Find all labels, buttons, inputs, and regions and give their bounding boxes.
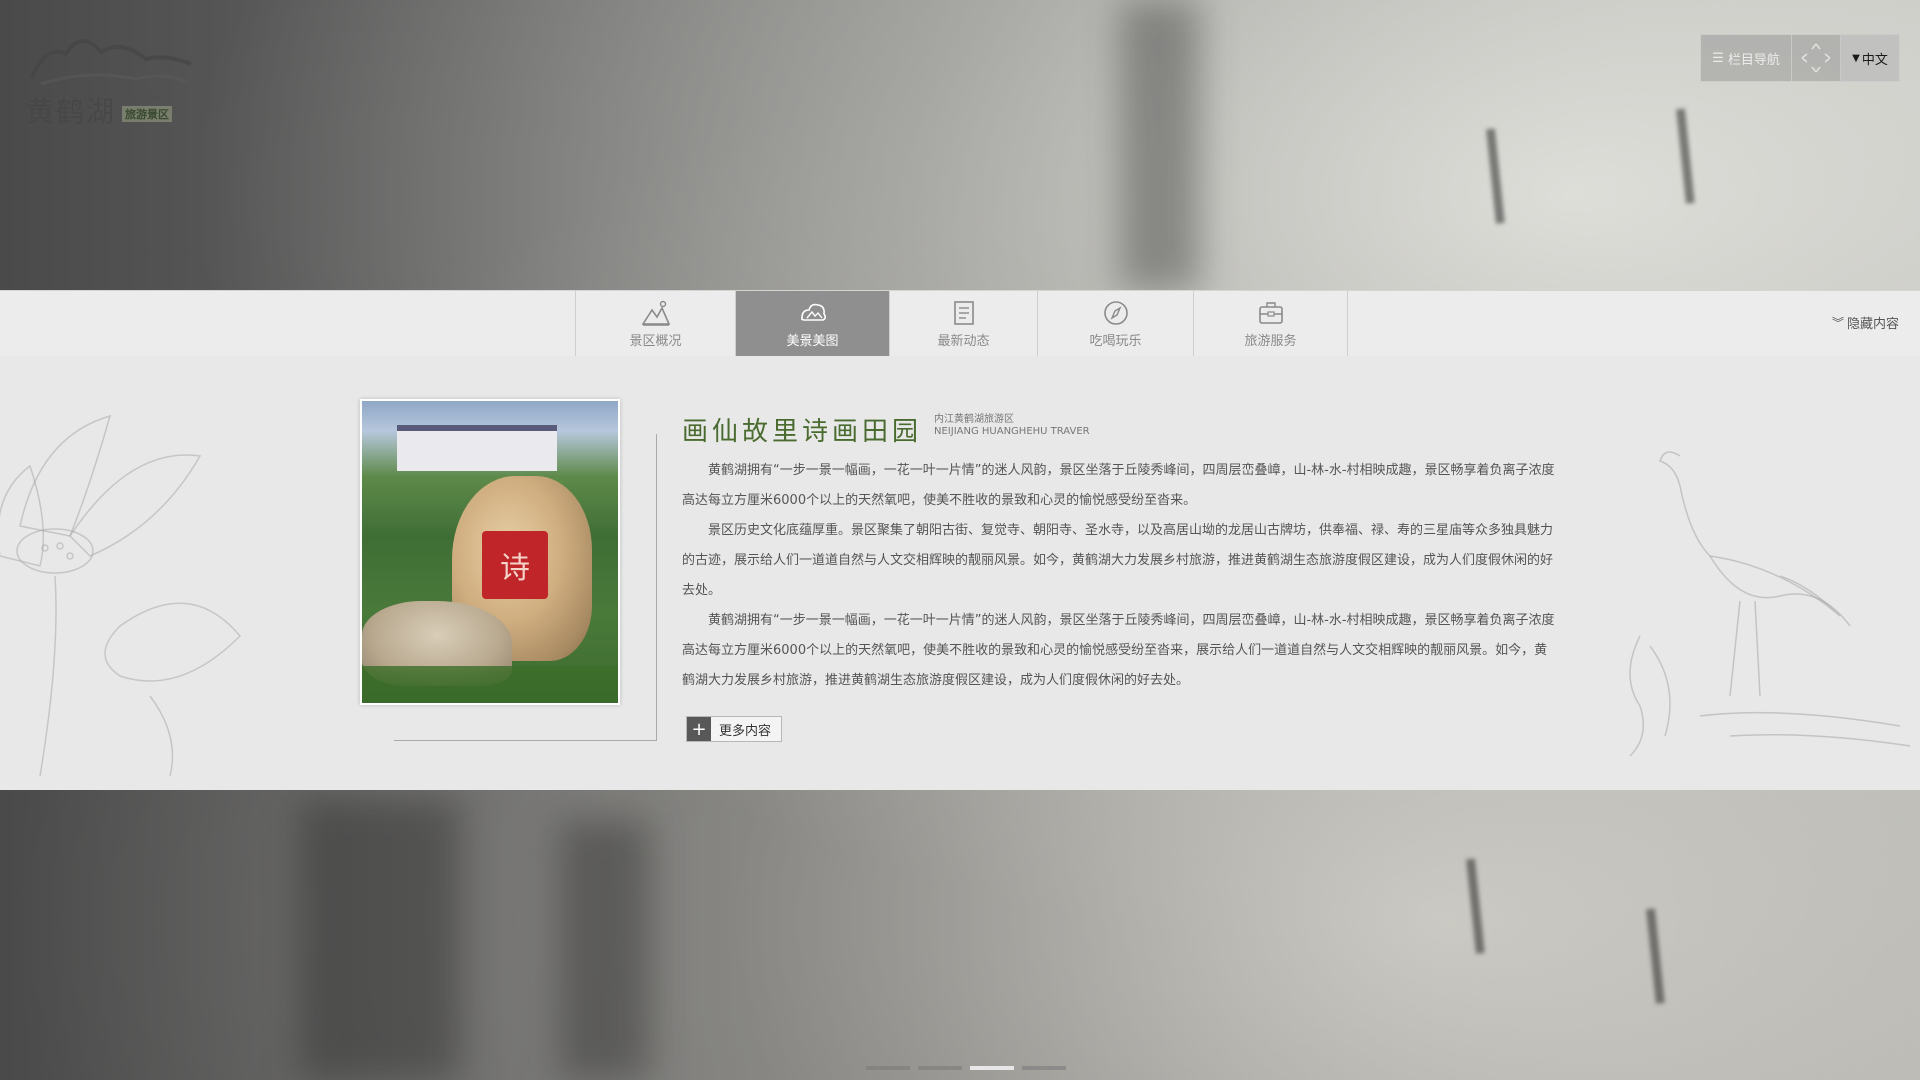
subtitle-cn: 内江黄鹤湖旅游区 xyxy=(934,414,1014,425)
calligraphy-stroke: 〡 xyxy=(1624,90,1748,230)
scenic-photo: 诗 xyxy=(360,399,620,705)
more-content-button[interactable]: + 更多内容 xyxy=(686,716,783,742)
logo-subtitle: 旅游景区 xyxy=(122,106,172,122)
fullscreen-toggle[interactable] xyxy=(1792,35,1841,81)
crane-decoration-icon xyxy=(1629,451,1911,757)
logo-name: 黄鹤湖 xyxy=(26,95,117,128)
article-body: 黄鹤湖拥有“一步一景一幅画，一花一叶一片情”的迷人风韵，景区坐落于丘陵秀峰间，四… xyxy=(682,456,1556,696)
double-chevron-down-icon: ︾ xyxy=(1832,316,1845,330)
photo-building xyxy=(397,425,557,471)
language-select[interactable]: ▼ 中文 xyxy=(1841,35,1899,81)
hero-blur-shape xyxy=(560,820,650,1080)
tab-scenery[interactable]: 美景美图 xyxy=(736,291,890,356)
tab-label: 吃喝玩乐 xyxy=(1089,334,1142,349)
scenery-icon xyxy=(800,303,826,321)
mountain-icon xyxy=(641,300,670,326)
content-panel: 诗 画仙故里诗画田园 内江黄鹤湖旅游区 NEIJIANG HUANGHEHU T… xyxy=(0,356,1920,790)
news-icon xyxy=(953,301,974,325)
calligraphy-stroke: 〡 xyxy=(1414,840,1538,980)
subtitle-en: NEIJIANG HUANGHEHU TRAVER xyxy=(934,426,1090,437)
tab-entertainment[interactable]: 吃喝玩乐 xyxy=(1038,291,1194,356)
photo-grass xyxy=(362,666,618,703)
slider-indicator xyxy=(866,1066,1066,1070)
article-subtitle: 内江黄鹤湖旅游区 NEIJIANG HUANGHEHU TRAVER xyxy=(934,414,1090,438)
calligraphy-stroke: 〡 xyxy=(1594,890,1718,1030)
tab-label: 最新动态 xyxy=(937,334,990,349)
language-label: 中文 xyxy=(1861,52,1888,68)
more-content-label: 更多内容 xyxy=(719,723,772,739)
tab-label: 旅游服务 xyxy=(1244,334,1297,349)
photo-content: 诗 xyxy=(362,401,618,703)
slider-dot[interactable] xyxy=(1022,1066,1066,1070)
red-seal-stamp: 诗 xyxy=(482,531,548,599)
tab-services[interactable]: 旅游服务 xyxy=(1194,291,1348,356)
briefcase-icon xyxy=(1258,302,1283,324)
article-paragraph: 景区历史文化底蕴厚重。景区聚集了朝阳古街、复觉寺、朝阳寺、圣水寺，以及高居山坳的… xyxy=(682,523,1554,598)
slider-dot[interactable] xyxy=(866,1066,910,1070)
article-paragraph: 黄鹤湖拥有“一步一景一幅画，一花一叶一片情”的迷人风韵，景区坐落于丘陵秀峰间，四… xyxy=(682,463,1555,508)
slider-dot-active[interactable] xyxy=(970,1066,1014,1070)
slider-dot[interactable] xyxy=(918,1066,962,1070)
calligraphy-stroke: 〡 xyxy=(1434,110,1558,250)
hero-blur-shape xyxy=(300,800,460,1080)
tab-news[interactable]: 最新动态 xyxy=(890,291,1038,356)
tab-list: 景区概况 美景美图 最新动态 吃喝玩乐 旅游服务 xyxy=(575,291,1348,356)
section-tabbar: 景区概况 美景美图 最新动态 吃喝玩乐 旅游服务 ︾ 隐藏内容 xyxy=(0,290,1920,357)
nav-menu-label: 栏目导航 xyxy=(1727,52,1780,68)
tab-overview[interactable]: 景区概况 xyxy=(576,291,736,356)
lotus-decoration-icon xyxy=(0,414,242,776)
arrows-icon xyxy=(1801,43,1831,73)
top-toolbar: ☰ 栏目导航 ▼ 中文 xyxy=(1700,34,1900,82)
tab-label: 美景美图 xyxy=(786,334,839,349)
logo-name-en: HUANGHEHU xyxy=(121,94,174,103)
compass-icon xyxy=(1103,301,1128,325)
article-paragraph: 黄鹤湖拥有“一步一景一幅画，一花一叶一片情”的迷人风韵，景区坐落于丘陵秀峰间，四… xyxy=(682,613,1555,688)
caret-down-icon: ▼ xyxy=(1852,52,1860,64)
tab-label: 景区概况 xyxy=(629,334,682,349)
article-title: 画仙故里诗画田园 xyxy=(682,417,923,447)
mountain-logo-icon xyxy=(29,39,192,86)
hide-content-label: 隐藏内容 xyxy=(1847,317,1900,332)
hide-content-button[interactable]: ︾ 隐藏内容 xyxy=(1832,313,1899,332)
list-icon: ☰ xyxy=(1712,50,1724,66)
site-logo[interactable]: 黄鹤湖 HUANGHEHU 旅游景区 xyxy=(26,24,196,128)
hero-blur-shape xyxy=(1120,0,1200,290)
plus-icon: + xyxy=(687,717,711,741)
nav-menu-button[interactable]: ☰ 栏目导航 xyxy=(1701,35,1792,81)
